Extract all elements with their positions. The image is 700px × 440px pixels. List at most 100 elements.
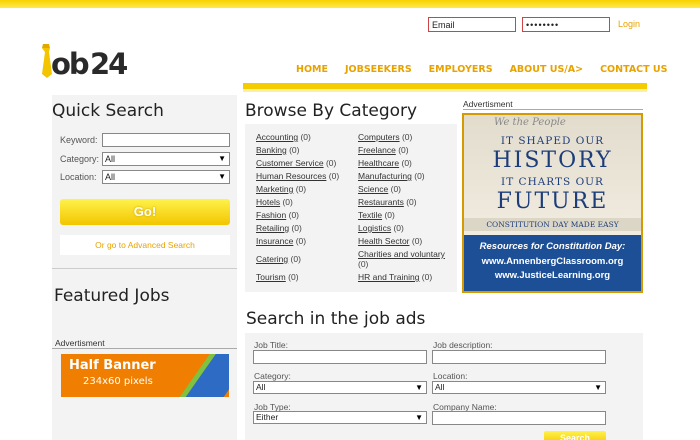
category-count: (0) (406, 197, 417, 207)
category-count: (0) (282, 197, 293, 207)
category-count: (0) (414, 171, 425, 181)
category-count: (0) (295, 236, 307, 246)
svg-text:24: 24 (90, 47, 127, 80)
category-count: (0) (288, 272, 299, 282)
category-item: Science (0) (358, 184, 401, 194)
search-job-ads-title: Search in the job ads (246, 309, 426, 329)
ad-line-4: FUTURE (496, 189, 609, 214)
category-item: Marketing (0) (256, 184, 306, 194)
category-select[interactable]: All ▼ (253, 381, 427, 394)
category-link[interactable]: Textile (358, 210, 382, 220)
category-select[interactable]: All ▼ (102, 152, 230, 166)
search-button[interactable]: Search (544, 431, 606, 440)
category-link[interactable]: Manufacturing (358, 171, 412, 181)
divider (52, 268, 237, 269)
category-link[interactable]: Customer Service (256, 158, 324, 168)
location-label: Location: (60, 172, 97, 182)
category-item: Healthcare (0) (358, 158, 412, 168)
category-item: Banking (0) (256, 145, 299, 155)
category-count: (0) (401, 132, 413, 142)
category-link[interactable]: HR and Training (358, 272, 419, 282)
job-ads-search-form: Job Title: Job description: Category: Al… (245, 333, 643, 440)
chevron-down-icon: ▼ (415, 383, 423, 392)
category-link[interactable]: Healthcare (358, 158, 399, 168)
location-select-value: All (435, 382, 445, 392)
category-label: Category: (254, 371, 291, 381)
category-item: Health Sector (0) (358, 236, 422, 246)
category-item: Accounting (0) (256, 132, 311, 142)
category-count: (0) (295, 184, 307, 194)
advanced-search-link[interactable]: Or go to Advanced Search (60, 235, 230, 255)
category-link[interactable]: Banking (256, 145, 287, 155)
email-input[interactable] (428, 17, 516, 32)
category-link[interactable]: Marketing (256, 184, 293, 194)
category-link[interactable]: Charities and voluntary (358, 249, 445, 259)
chevron-down-icon: ▼ (415, 413, 423, 422)
category-count: (0) (300, 132, 311, 142)
category-link[interactable]: Health Sector (358, 236, 410, 246)
category-link[interactable]: Computers (358, 132, 400, 142)
half-banner-ad[interactable]: Half Banner 234x60 pixels (61, 354, 229, 397)
category-item: Tourism (0) (256, 272, 299, 282)
category-item: Catering (0) (256, 254, 301, 264)
nav-jobseekers[interactable]: JOBSEEKERS (345, 64, 412, 75)
constitution-day-ad[interactable]: We the People IT SHAPED OUR HISTORY IT C… (462, 113, 643, 293)
site-logo[interactable]: ob 24 (38, 44, 130, 81)
category-item: Fashion (0) (256, 210, 299, 220)
category-link[interactable]: Insurance (256, 236, 293, 246)
login-link[interactable]: Login (618, 19, 640, 29)
category-link[interactable]: Restaurants (358, 197, 404, 207)
nav-about-us[interactable]: ABOUT US/A> (510, 64, 584, 75)
nav-contact-us[interactable]: CONTACT US (600, 64, 667, 75)
category-item: Retailing (0) (256, 223, 302, 233)
category-link[interactable]: Catering (256, 254, 288, 264)
category-item: Human Resources (0) (256, 171, 339, 181)
category-link[interactable]: Freelance (358, 145, 396, 155)
category-item: HR and Training (0) (358, 272, 432, 282)
job-type-select-value: Either (256, 412, 279, 422)
category-link[interactable]: Hotels (256, 197, 280, 207)
category-link[interactable]: Logistics (358, 223, 391, 233)
nav-employers[interactable]: EMPLOYERS (429, 64, 493, 75)
category-count: (0) (384, 210, 395, 220)
category-count: (0) (291, 223, 302, 233)
category-item: Computers (0) (358, 132, 412, 142)
category-link[interactable]: Accounting (256, 132, 298, 142)
keyword-label: Keyword: (60, 135, 98, 145)
category-link[interactable]: Science (358, 184, 388, 194)
company-name-input[interactable] (432, 411, 606, 425)
featured-jobs-title: Featured Jobs (54, 286, 170, 306)
keyword-input[interactable] (102, 133, 230, 147)
nav-home[interactable]: HOME (296, 64, 328, 75)
category-select-value: All (105, 154, 116, 164)
category-label: Category: (60, 154, 100, 164)
category-link[interactable]: Retailing (256, 223, 289, 233)
go-button[interactable]: Go! (60, 199, 230, 225)
category-link[interactable]: Tourism (256, 272, 286, 282)
location-select[interactable]: All ▼ (102, 170, 230, 184)
category-count: (0) (398, 145, 409, 155)
job-title-input[interactable] (253, 350, 427, 364)
ad-line-2: HISTORY (492, 148, 613, 173)
ad-blue-heading: Resources for Constitution Day: (479, 241, 626, 252)
svg-text:ob: ob (51, 47, 89, 80)
ad-script-text: We the People (494, 117, 566, 128)
ad-blue-url-2: www.JusticeLearning.org (494, 270, 611, 281)
category-count: (0) (390, 184, 402, 194)
category-link[interactable]: Fashion (256, 210, 286, 220)
password-input[interactable] (522, 17, 610, 32)
category-item: Freelance (0) (358, 145, 409, 155)
chevron-down-icon: ▼ (218, 154, 226, 163)
job-description-input[interactable] (432, 350, 606, 364)
category-count: (0) (289, 145, 300, 155)
ad-line-5: CONSTITUTION DAY MADE EASY (464, 218, 641, 231)
job-type-select[interactable]: Either ▼ (253, 411, 427, 424)
quick-search-title: Quick Search (52, 101, 164, 121)
banner-size: 234x60 pixels (83, 376, 153, 387)
category-count: (0) (358, 259, 369, 269)
ad-line-3: IT CHARTS OUR (501, 176, 604, 188)
location-select[interactable]: All ▼ (432, 381, 606, 394)
ad-label: Advertisment (463, 99, 513, 109)
category-link[interactable]: Human Resources (256, 171, 326, 181)
category-item: Customer Service (0) (256, 158, 336, 168)
